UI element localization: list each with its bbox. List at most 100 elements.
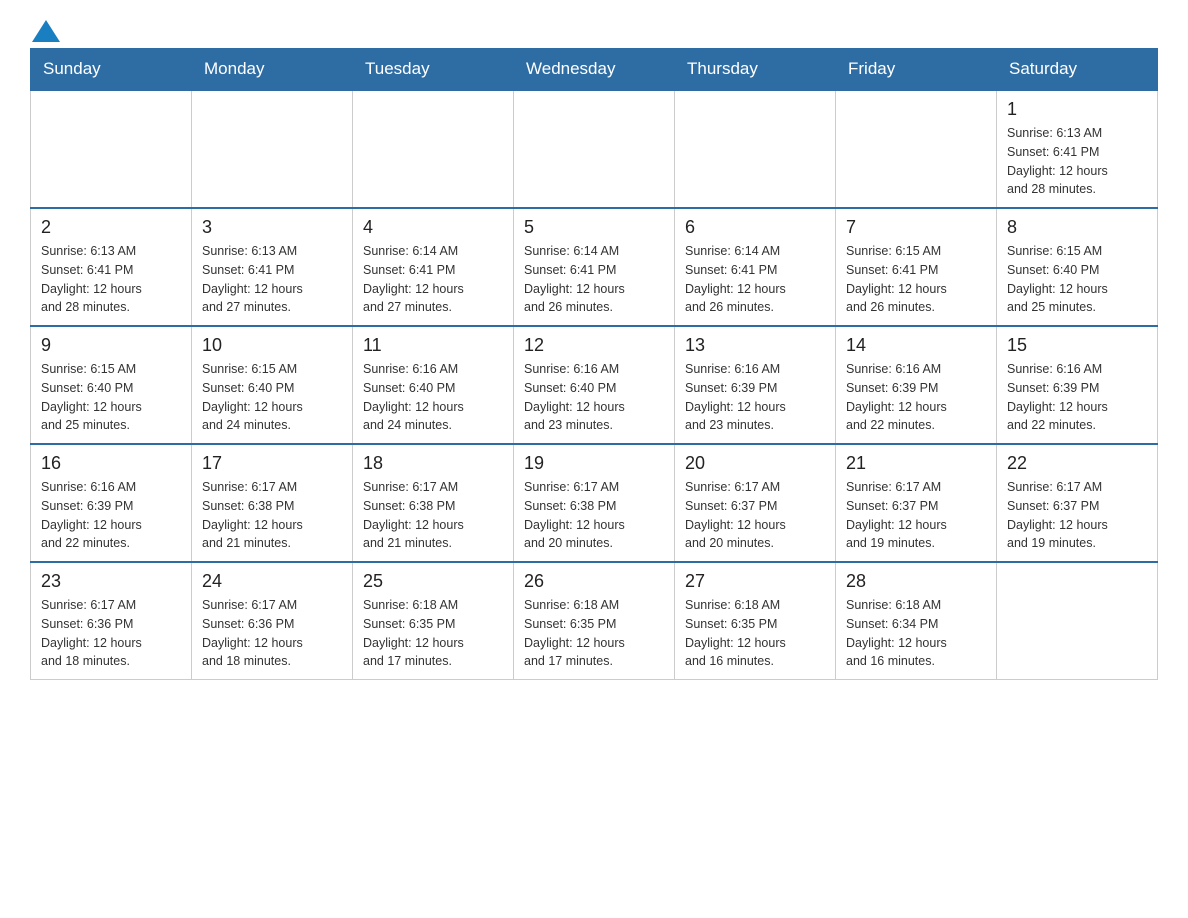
- calendar-cell: [997, 562, 1158, 680]
- weekday-header-tuesday: Tuesday: [353, 49, 514, 91]
- day-info: Sunrise: 6:16 AMSunset: 6:39 PMDaylight:…: [1007, 360, 1147, 435]
- day-number: 7: [846, 217, 986, 238]
- calendar-cell: 19 Sunrise: 6:17 AMSunset: 6:38 PMDayligh…: [514, 444, 675, 562]
- day-info: Sunrise: 6:18 AMSunset: 6:34 PMDaylight:…: [846, 596, 986, 671]
- day-info: Sunrise: 6:17 AMSunset: 6:36 PMDaylight:…: [202, 596, 342, 671]
- calendar-cell: 22 Sunrise: 6:17 AMSunset: 6:37 PMDayligh…: [997, 444, 1158, 562]
- calendar-cell: 27 Sunrise: 6:18 AMSunset: 6:35 PMDayligh…: [675, 562, 836, 680]
- calendar-cell: [514, 90, 675, 208]
- page-header: [30, 20, 1158, 38]
- day-number: 17: [202, 453, 342, 474]
- calendar-cell: 4Sunrise: 6:14 AMSunset: 6:41 PMDaylight…: [353, 208, 514, 326]
- logo-triangle-icon: [32, 20, 60, 42]
- weekday-header-row: SundayMondayTuesdayWednesdayThursdayFrid…: [31, 49, 1158, 91]
- calendar-cell: 24 Sunrise: 6:17 AMSunset: 6:36 PMDayligh…: [192, 562, 353, 680]
- day-number: 9: [41, 335, 181, 356]
- calendar-cell: 14Sunrise: 6:16 AMSunset: 6:39 PMDayligh…: [836, 326, 997, 444]
- calendar-cell: 11 Sunrise: 6:16 AMSunset: 6:40 PMDayligh…: [353, 326, 514, 444]
- weekday-header-thursday: Thursday: [675, 49, 836, 91]
- calendar-cell: 21 Sunrise: 6:17 AMSunset: 6:37 PMDayligh…: [836, 444, 997, 562]
- day-info: Sunrise: 6:13 AMSunset: 6:41 PMDaylight:…: [41, 242, 181, 317]
- day-info: Sunrise: 6:15 AMSunset: 6:41 PMDaylight:…: [846, 242, 986, 317]
- day-info: Sunrise: 6:17 AMSunset: 6:38 PMDaylight:…: [524, 478, 664, 553]
- day-info: Sunrise: 6:18 AMSunset: 6:35 PMDaylight:…: [524, 596, 664, 671]
- day-info: Sunrise: 6:16 AMSunset: 6:39 PMDaylight:…: [846, 360, 986, 435]
- day-number: 18: [363, 453, 503, 474]
- day-number: 24: [202, 571, 342, 592]
- calendar-cell: 12Sunrise: 6:16 AMSunset: 6:40 PMDayligh…: [514, 326, 675, 444]
- day-number: 13: [685, 335, 825, 356]
- day-info: Sunrise: 6:14 AMSunset: 6:41 PMDaylight:…: [685, 242, 825, 317]
- calendar-cell: 17 Sunrise: 6:17 AMSunset: 6:38 PMDayligh…: [192, 444, 353, 562]
- calendar-cell: 15 Sunrise: 6:16 AMSunset: 6:39 PMDayligh…: [997, 326, 1158, 444]
- calendar-cell: 26 Sunrise: 6:18 AMSunset: 6:35 PMDayligh…: [514, 562, 675, 680]
- day-info: Sunrise: 6:14 AMSunset: 6:41 PMDaylight:…: [363, 242, 503, 317]
- day-info: Sunrise: 6:17 AMSunset: 6:37 PMDaylight:…: [846, 478, 986, 553]
- calendar-cell: 6 Sunrise: 6:14 AMSunset: 6:41 PMDaylight…: [675, 208, 836, 326]
- weekday-header-saturday: Saturday: [997, 49, 1158, 91]
- weekday-header-sunday: Sunday: [31, 49, 192, 91]
- calendar-cell: 28 Sunrise: 6:18 AMSunset: 6:34 PMDayligh…: [836, 562, 997, 680]
- day-number: 2: [41, 217, 181, 238]
- calendar-cell: [675, 90, 836, 208]
- week-row-2: 2 Sunrise: 6:13 AMSunset: 6:41 PMDaylight…: [31, 208, 1158, 326]
- weekday-header-monday: Monday: [192, 49, 353, 91]
- calendar-cell: 5 Sunrise: 6:14 AMSunset: 6:41 PMDaylight…: [514, 208, 675, 326]
- day-info: Sunrise: 6:17 AMSunset: 6:37 PMDaylight:…: [685, 478, 825, 553]
- calendar-cell: 8 Sunrise: 6:15 AMSunset: 6:40 PMDaylight…: [997, 208, 1158, 326]
- day-info: Sunrise: 6:17 AMSunset: 6:38 PMDaylight:…: [363, 478, 503, 553]
- day-info: Sunrise: 6:17 AMSunset: 6:36 PMDaylight:…: [41, 596, 181, 671]
- day-number: 15: [1007, 335, 1147, 356]
- day-number: 1: [1007, 99, 1147, 120]
- day-info: Sunrise: 6:17 AMSunset: 6:38 PMDaylight:…: [202, 478, 342, 553]
- day-number: 5: [524, 217, 664, 238]
- day-number: 12: [524, 335, 664, 356]
- day-number: 20: [685, 453, 825, 474]
- day-number: 23: [41, 571, 181, 592]
- day-info: Sunrise: 6:15 AMSunset: 6:40 PMDaylight:…: [202, 360, 342, 435]
- calendar-cell: [836, 90, 997, 208]
- day-number: 10: [202, 335, 342, 356]
- day-number: 25: [363, 571, 503, 592]
- day-number: 3: [202, 217, 342, 238]
- calendar-cell: 13 Sunrise: 6:16 AMSunset: 6:39 PMDayligh…: [675, 326, 836, 444]
- calendar-cell: 3 Sunrise: 6:13 AMSunset: 6:41 PMDaylight…: [192, 208, 353, 326]
- day-number: 28: [846, 571, 986, 592]
- day-info: Sunrise: 6:13 AMSunset: 6:41 PMDaylight:…: [1007, 124, 1147, 199]
- day-number: 8: [1007, 217, 1147, 238]
- week-row-4: 16 Sunrise: 6:16 AMSunset: 6:39 PMDayligh…: [31, 444, 1158, 562]
- day-info: Sunrise: 6:16 AMSunset: 6:40 PMDaylight:…: [363, 360, 503, 435]
- week-row-3: 9 Sunrise: 6:15 AMSunset: 6:40 PMDaylight…: [31, 326, 1158, 444]
- day-info: Sunrise: 6:17 AMSunset: 6:37 PMDaylight:…: [1007, 478, 1147, 553]
- day-number: 6: [685, 217, 825, 238]
- calendar-cell: 20 Sunrise: 6:17 AMSunset: 6:37 PMDayligh…: [675, 444, 836, 562]
- day-number: 21: [846, 453, 986, 474]
- calendar-cell: 23 Sunrise: 6:17 AMSunset: 6:36 PMDayligh…: [31, 562, 192, 680]
- calendar-table: SundayMondayTuesdayWednesdayThursdayFrid…: [30, 48, 1158, 680]
- day-number: 22: [1007, 453, 1147, 474]
- day-number: 16: [41, 453, 181, 474]
- calendar-cell: 16 Sunrise: 6:16 AMSunset: 6:39 PMDayligh…: [31, 444, 192, 562]
- day-number: 27: [685, 571, 825, 592]
- day-number: 11: [363, 335, 503, 356]
- day-info: Sunrise: 6:15 AMSunset: 6:40 PMDaylight:…: [41, 360, 181, 435]
- weekday-header-wednesday: Wednesday: [514, 49, 675, 91]
- calendar-cell: [192, 90, 353, 208]
- calendar-cell: [31, 90, 192, 208]
- day-info: Sunrise: 6:13 AMSunset: 6:41 PMDaylight:…: [202, 242, 342, 317]
- day-number: 26: [524, 571, 664, 592]
- weekday-header-friday: Friday: [836, 49, 997, 91]
- day-info: Sunrise: 6:16 AMSunset: 6:39 PMDaylight:…: [685, 360, 825, 435]
- logo: [30, 20, 62, 38]
- calendar-cell: 10 Sunrise: 6:15 AMSunset: 6:40 PMDayligh…: [192, 326, 353, 444]
- day-info: Sunrise: 6:15 AMSunset: 6:40 PMDaylight:…: [1007, 242, 1147, 317]
- calendar-cell: 7 Sunrise: 6:15 AMSunset: 6:41 PMDaylight…: [836, 208, 997, 326]
- day-number: 19: [524, 453, 664, 474]
- calendar-cell: 1 Sunrise: 6:13 AMSunset: 6:41 PMDaylight…: [997, 90, 1158, 208]
- calendar-cell: [353, 90, 514, 208]
- day-info: Sunrise: 6:16 AMSunset: 6:39 PMDaylight:…: [41, 478, 181, 553]
- day-info: Sunrise: 6:18 AMSunset: 6:35 PMDaylight:…: [685, 596, 825, 671]
- calendar-cell: 25Sunrise: 6:18 AMSunset: 6:35 PMDayligh…: [353, 562, 514, 680]
- day-info: Sunrise: 6:14 AMSunset: 6:41 PMDaylight:…: [524, 242, 664, 317]
- calendar-cell: 2 Sunrise: 6:13 AMSunset: 6:41 PMDaylight…: [31, 208, 192, 326]
